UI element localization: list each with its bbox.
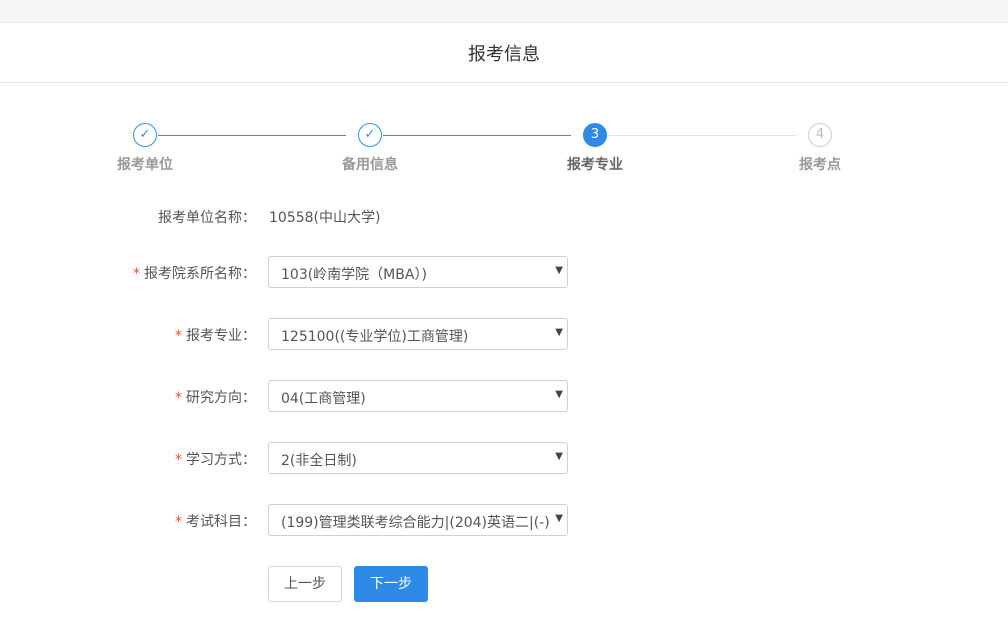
- step-3-label: 报考专业: [567, 157, 623, 173]
- study-mode-label: * 学习方式：: [175, 452, 256, 468]
- subjects-label: * 考试科目：: [175, 514, 256, 530]
- form-row-direction: * 研究方向： 04(工商管理) ▼: [0, 380, 1008, 412]
- page-header: 报考信息: [0, 23, 1008, 83]
- form-row-unit: 报考单位名称： 10558(中山大学): [0, 200, 1008, 232]
- form-row-study-mode: * 学习方式： 2(非全日制) ▼: [0, 442, 1008, 474]
- required-marker: *: [175, 514, 182, 530]
- step-1-label: 报考单位: [117, 157, 173, 173]
- form-row-department: * 报考院系所名称： 103(岭南学院（MBA）) ▼: [0, 256, 1008, 288]
- department-select-value: 103(岭南学院（MBA）): [281, 267, 427, 283]
- department-label: * 报考院系所名称：: [133, 266, 256, 282]
- step-2-label: 备用信息: [342, 157, 398, 173]
- dropdown-arrow-icon: ▼: [555, 513, 563, 524]
- step-connector-3: [608, 135, 796, 136]
- dropdown-arrow-icon: ▼: [555, 451, 563, 462]
- prev-button[interactable]: 上一步: [268, 566, 342, 602]
- required-marker: *: [175, 390, 182, 406]
- direction-select[interactable]: 04(工商管理) ▼: [268, 380, 568, 412]
- subjects-select-value: (199)管理类联考综合能力|(204)英语二|(-)无: [281, 515, 549, 531]
- step-connector-1: [158, 135, 346, 136]
- form-row-subjects: * 考试科目： (199)管理类联考综合能力|(204)英语二|(-)无 ▼: [0, 504, 1008, 536]
- required-marker: *: [175, 328, 182, 344]
- study-mode-select[interactable]: 2(非全日制) ▼: [268, 442, 568, 474]
- major-select[interactable]: 125100((专业学位)工商管理) ▼: [268, 318, 568, 350]
- step-4-number: 4: [808, 123, 832, 147]
- step-1-check-icon: ✓: [133, 123, 157, 147]
- top-strip: [0, 0, 1008, 23]
- subjects-select[interactable]: (199)管理类联考综合能力|(204)英语二|(-)无 ▼: [268, 504, 568, 536]
- dropdown-arrow-icon: ▼: [555, 389, 563, 400]
- next-button[interactable]: 下一步: [354, 566, 428, 602]
- unit-value: 10558(中山大学): [269, 210, 381, 226]
- major-label: * 报考专业：: [175, 328, 256, 344]
- page-title: 报考信息: [468, 44, 540, 65]
- step-2-check-icon: ✓: [358, 123, 382, 147]
- dropdown-arrow-icon: ▼: [555, 265, 563, 276]
- required-marker: *: [133, 266, 140, 282]
- required-marker: *: [175, 452, 182, 468]
- unit-label: 报考单位名称：: [158, 210, 256, 226]
- study-mode-select-value: 2(非全日制): [281, 453, 357, 469]
- progress-steps: ✓ ✓ 3 4 报考单位 备用信息 报考专业 报考点: [0, 122, 1008, 182]
- direction-select-value: 04(工商管理): [281, 391, 366, 407]
- direction-label: * 研究方向：: [175, 390, 256, 406]
- form-row-major: * 报考专业： 125100((专业学位)工商管理) ▼: [0, 318, 1008, 350]
- step-4-label: 报考点: [799, 157, 841, 173]
- dropdown-arrow-icon: ▼: [555, 327, 563, 338]
- step-connector-2: [383, 135, 571, 136]
- major-select-value: 125100((专业学位)工商管理): [281, 329, 469, 345]
- step-3-number: 3: [583, 123, 607, 147]
- department-select[interactable]: 103(岭南学院（MBA）) ▼: [268, 256, 568, 288]
